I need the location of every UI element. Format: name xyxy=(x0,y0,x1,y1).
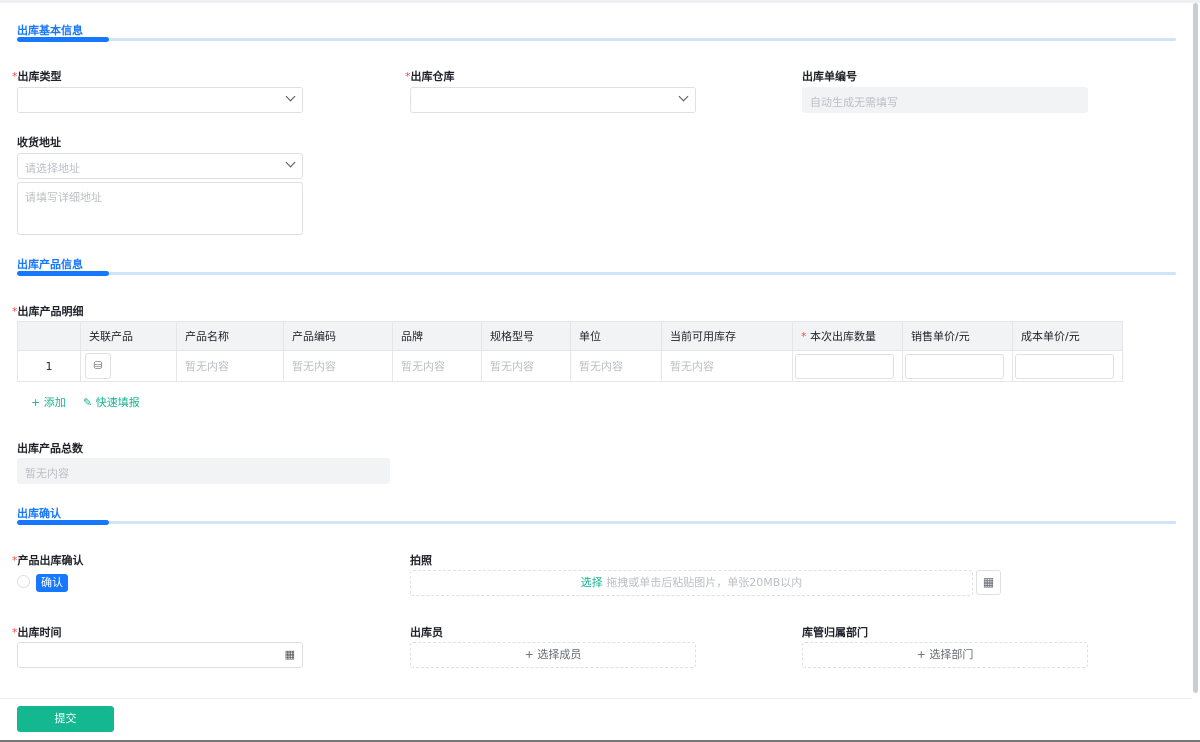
time-picker[interactable]: ▦ xyxy=(17,642,303,668)
col-cost-price: 成本单价/元 xyxy=(1012,321,1123,351)
add-row-button[interactable]: + 添加 xyxy=(31,394,66,410)
photo-label: 拍照 xyxy=(410,554,432,567)
col-stock: 当前可用库存 xyxy=(661,321,793,351)
time-label: *出库时间 xyxy=(12,626,62,639)
col-name: 产品名称 xyxy=(176,321,284,351)
dept-label: 库管归属部门 xyxy=(802,626,868,639)
col-unit: 单位 xyxy=(570,321,662,351)
scrollbar[interactable] xyxy=(1193,3,1198,693)
chevron-down-icon xyxy=(285,157,296,168)
chevron-down-icon xyxy=(678,91,689,102)
col-qty: * 本次出库数量 xyxy=(792,321,903,351)
col-linked-product: 关联产品 xyxy=(80,321,177,351)
col-code: 产品编码 xyxy=(283,321,393,351)
col-sale-price: 销售单价/元 xyxy=(902,321,1013,351)
type-select[interactable] xyxy=(17,87,303,113)
confirm-option-tag[interactable]: 确认 xyxy=(36,574,68,592)
staff-label: 出库员 xyxy=(410,626,443,639)
section-product-info: 出库产品信息 xyxy=(17,256,1176,276)
sale-price-input[interactable] xyxy=(905,353,1004,379)
product-table: 关联产品 产品名称 产品编码 品牌 规格型号 单位 当前可用库存 * 本次出库数… xyxy=(17,321,1123,382)
cell-code: 暂无内容 xyxy=(283,350,393,382)
col-brand: 品牌 xyxy=(392,321,482,351)
chevron-down-icon xyxy=(285,91,296,102)
select-department-button[interactable]: + 选择部门 xyxy=(802,642,1088,668)
edit-icon: ✎ xyxy=(83,396,93,409)
total-label: 出库产品总数 xyxy=(17,442,83,455)
number-input: 自动生成无需填写 xyxy=(802,87,1088,113)
address-select[interactable]: 请选择地址 xyxy=(17,153,303,179)
section-title: 出库确认 xyxy=(17,507,61,520)
section-confirm: 出库确认 xyxy=(17,505,1176,525)
col-model: 规格型号 xyxy=(481,321,571,351)
number-label: 出库单编号 xyxy=(802,70,857,83)
link-product-cell: ⛁ xyxy=(80,350,177,382)
warehouse-label: *出库仓库 xyxy=(405,70,455,83)
row-index: 1 xyxy=(17,350,81,382)
product-confirm-label: *产品出库确认 xyxy=(12,554,84,567)
table-row: 1 ⛁ 暂无内容 暂无内容 暂无内容 暂无内容 暂无内容 暂无内容 xyxy=(17,350,1123,382)
photo-upload-area[interactable]: 选择 拖拽或单击后粘贴图片，单张20MB以内 xyxy=(410,570,973,596)
cell-name: 暂无内容 xyxy=(176,350,284,382)
col-index xyxy=(17,321,81,351)
cell-brand: 暂无内容 xyxy=(392,350,482,382)
database-icon[interactable]: ⛁ xyxy=(85,353,111,379)
select-member-button[interactable]: + 选择成员 xyxy=(410,642,696,668)
warehouse-select[interactable] xyxy=(410,87,696,113)
cell-stock: 暂无内容 xyxy=(661,350,793,382)
total-value: 暂无内容 xyxy=(17,458,390,484)
address-label: 收货地址 xyxy=(17,136,61,149)
cell-model: 暂无内容 xyxy=(481,350,571,382)
submit-button[interactable]: 提交 xyxy=(17,706,114,732)
qty-input[interactable] xyxy=(795,353,894,379)
detail-label: *出库产品明细 xyxy=(12,305,84,318)
address-detail-textarea[interactable]: 请填写详细地址 xyxy=(17,182,303,235)
top-border xyxy=(0,0,1200,3)
table-header: 关联产品 产品名称 产品编码 品牌 规格型号 单位 当前可用库存 * 本次出库数… xyxy=(17,321,1123,351)
qr-code-icon[interactable]: ▦ xyxy=(976,570,1001,595)
cell-sale xyxy=(902,350,1013,382)
section-title: 出库基本信息 xyxy=(17,24,83,37)
cell-unit: 暂无内容 xyxy=(570,350,662,382)
section-basic-info: 出库基本信息 xyxy=(17,22,1176,42)
cell-qty xyxy=(792,350,903,382)
cost-price-input[interactable] xyxy=(1015,353,1114,379)
section-title: 出库产品信息 xyxy=(17,258,83,271)
type-label: *出库类型 xyxy=(12,70,62,83)
cell-cost xyxy=(1012,350,1123,382)
footer-divider xyxy=(0,698,1192,699)
confirm-radio[interactable] xyxy=(17,575,30,588)
quick-fill-button[interactable]: ✎ 快速填报 xyxy=(83,394,140,410)
calendar-icon: ▦ xyxy=(284,648,295,661)
